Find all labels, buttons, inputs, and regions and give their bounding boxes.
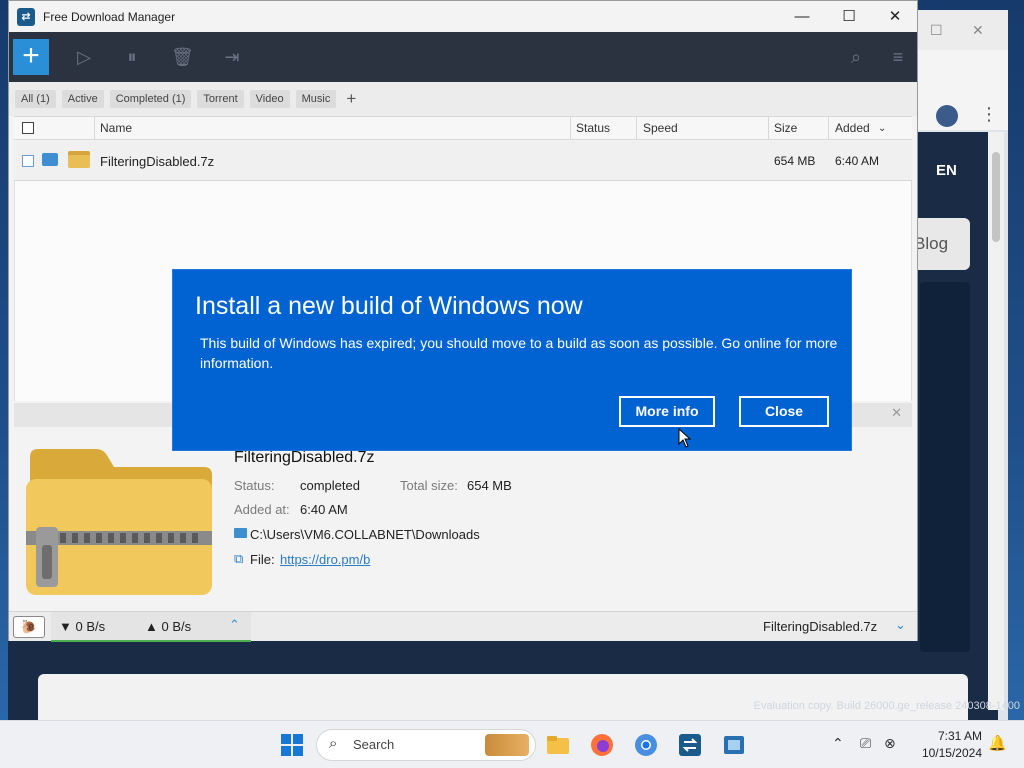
download-speed: ▼ 0 B/s bbox=[59, 619, 106, 634]
search-glass-icon: ⌕ bbox=[329, 735, 338, 752]
file-explorer-icon[interactable] bbox=[544, 731, 572, 759]
filter-tab-video[interactable]: Video bbox=[249, 90, 290, 108]
current-file-name: FilteringDisabled.7z bbox=[763, 619, 878, 634]
scrollbar-thumb[interactable] bbox=[992, 152, 1000, 242]
chrome-icon[interactable] bbox=[632, 731, 660, 759]
folder-icon[interactable] bbox=[234, 528, 247, 538]
build-expired-dialog: Install a new build of Windows now This … bbox=[172, 269, 852, 451]
download-row[interactable]: FilteringDisabled.7z 654 MB 6:40 AM bbox=[14, 141, 912, 181]
website-content-panel bbox=[38, 674, 968, 720]
detail-file-name: FilteringDisabled.7z bbox=[234, 449, 375, 466]
added-at-label: Added at: bbox=[234, 502, 290, 517]
browser-scrollbar[interactable] bbox=[988, 132, 1004, 710]
taskbar-search[interactable]: ⌕ Search bbox=[316, 729, 536, 761]
add-filter-button[interactable]: + bbox=[342, 89, 360, 109]
download-path[interactable]: C:\Users\VM6.COLLABNET\Downloads bbox=[250, 527, 480, 542]
detail-panel: FilteringDisabled.7z Status: completed T… bbox=[14, 427, 912, 609]
close-dialog-button[interactable]: Close bbox=[739, 396, 829, 427]
close-button[interactable]: ✕ bbox=[872, 1, 918, 32]
search-icon[interactable]: ⌕ bbox=[845, 46, 867, 68]
column-speed[interactable]: Speed bbox=[643, 121, 678, 135]
open-folder-icon[interactable] bbox=[42, 153, 58, 166]
dropdown-chevron-icon[interactable]: ⌄ bbox=[895, 617, 906, 633]
add-download-button[interactable]: + bbox=[13, 39, 49, 75]
dialog-title: Install a new build of Windows now bbox=[195, 292, 583, 320]
archive-file-icon bbox=[68, 151, 90, 168]
added-at-value: 6:40 AM bbox=[300, 502, 348, 517]
mouse-cursor-icon bbox=[678, 428, 692, 448]
free-download-manager-taskbar-icon[interactable] bbox=[676, 731, 704, 759]
window-title: Free Download Manager bbox=[43, 9, 176, 24]
pause-icon[interactable]: ⏸ bbox=[121, 46, 143, 68]
start-menu-icon[interactable] bbox=[278, 731, 306, 759]
status-label: Status: bbox=[234, 478, 275, 493]
fdm-titlebar[interactable]: ⇄ Free Download Manager — ☐ ✕ bbox=[9, 1, 917, 32]
file-link[interactable]: https://dro.pm/b bbox=[280, 552, 370, 567]
sort-chevron-icon[interactable]: ⌄ bbox=[878, 123, 886, 134]
expand-chevron-icon[interactable]: ⌃ bbox=[229, 617, 240, 633]
snail-mode-icon[interactable]: 🐌 bbox=[13, 616, 45, 638]
file-label: File: bbox=[250, 552, 275, 567]
upload-speed: ▲ 0 B/s bbox=[145, 619, 192, 634]
row-checkbox[interactable] bbox=[22, 155, 34, 167]
filter-tab-music[interactable]: Music bbox=[295, 90, 337, 108]
app-window-icon[interactable] bbox=[720, 731, 748, 759]
list-header: Name Status Speed Size Added ⌄ bbox=[14, 116, 912, 140]
taskbar: ⌕ Search ⌃ ⎚ ⊗ 7:31 AM 10/15/2024 🔔 bbox=[0, 720, 1024, 768]
total-size-value: 654 MB bbox=[467, 478, 512, 493]
move-to-folder-icon[interactable]: ⇥ bbox=[221, 46, 243, 68]
website-side-panel bbox=[920, 282, 970, 652]
fdm-logo-icon: ⇄ bbox=[17, 7, 35, 26]
fdm-toolbar: + ▷ ⏸ 🗑 ⇥ ⌕ ≡ bbox=[9, 32, 917, 82]
download-size: 654 MB bbox=[774, 154, 816, 168]
speed-indicator[interactable]: ▼ 0 B/s ▲ 0 B/s ⌃ bbox=[51, 612, 251, 642]
download-name: FilteringDisabled.7z bbox=[100, 154, 215, 169]
network-icon[interactable]: ⊗ bbox=[884, 735, 896, 752]
minimize-button[interactable]: — bbox=[779, 1, 825, 32]
detail-close-icon[interactable]: ✕ bbox=[891, 405, 902, 421]
tray-overflow-icon[interactable]: ⌃ bbox=[832, 735, 844, 752]
start-icon[interactable]: ▷ bbox=[73, 46, 95, 68]
maximize-button[interactable]: ☐ bbox=[826, 1, 872, 32]
notification-bell-icon[interactable]: 🔔 bbox=[988, 734, 1007, 752]
external-link-icon[interactable]: ⧉ bbox=[234, 551, 243, 567]
background-maximize-icon[interactable]: ☐ bbox=[930, 22, 943, 39]
browser-menu-icon[interactable]: ⋮ bbox=[980, 104, 998, 125]
search-highlight-image bbox=[485, 734, 529, 756]
menu-icon[interactable]: ≡ bbox=[887, 46, 909, 68]
filter-tabs: All (1) Active Completed (1) Torrent Vid… bbox=[9, 82, 917, 116]
filter-tab-active[interactable]: Active bbox=[61, 90, 104, 108]
column-added[interactable]: Added bbox=[835, 121, 870, 135]
column-size[interactable]: Size bbox=[774, 121, 797, 135]
status-value: completed bbox=[300, 478, 360, 493]
column-name[interactable]: Name bbox=[100, 121, 132, 135]
column-status[interactable]: Status bbox=[576, 121, 610, 135]
blog-button[interactable]: Blog bbox=[910, 218, 970, 270]
status-bar: 🐌 ▼ 0 B/s ▲ 0 B/s ⌃ FilteringDisabled.7z… bbox=[9, 611, 917, 642]
filter-tab-all[interactable]: All (1) bbox=[15, 90, 56, 108]
dialog-message: This build of Windows has expired; you s… bbox=[200, 335, 838, 371]
clock-date[interactable]: 10/15/2024 bbox=[912, 746, 982, 760]
more-info-button[interactable]: More info bbox=[619, 396, 715, 427]
download-added: 6:40 AM bbox=[835, 154, 880, 168]
total-size-label: Total size: bbox=[400, 478, 458, 493]
filter-tab-completed[interactable]: Completed (1) bbox=[109, 90, 192, 108]
delete-icon[interactable]: 🗑 bbox=[171, 46, 194, 68]
search-placeholder: Search bbox=[353, 737, 395, 752]
zip-folder-icon bbox=[26, 449, 212, 595]
profile-avatar-icon[interactable] bbox=[936, 105, 958, 127]
firefox-icon[interactable] bbox=[588, 731, 616, 759]
evaluation-watermark: Evaluation copy. Build 26000.ge_release … bbox=[753, 700, 1020, 712]
language-switch[interactable]: EN bbox=[936, 162, 957, 179]
select-all-checkbox[interactable] bbox=[22, 122, 34, 134]
background-close-icon[interactable]: ✕ bbox=[972, 22, 984, 39]
display-icon[interactable]: ⎚ bbox=[860, 735, 871, 752]
filter-tab-torrent[interactable]: Torrent bbox=[197, 90, 244, 108]
clock-time[interactable]: 7:31 AM bbox=[912, 729, 982, 743]
